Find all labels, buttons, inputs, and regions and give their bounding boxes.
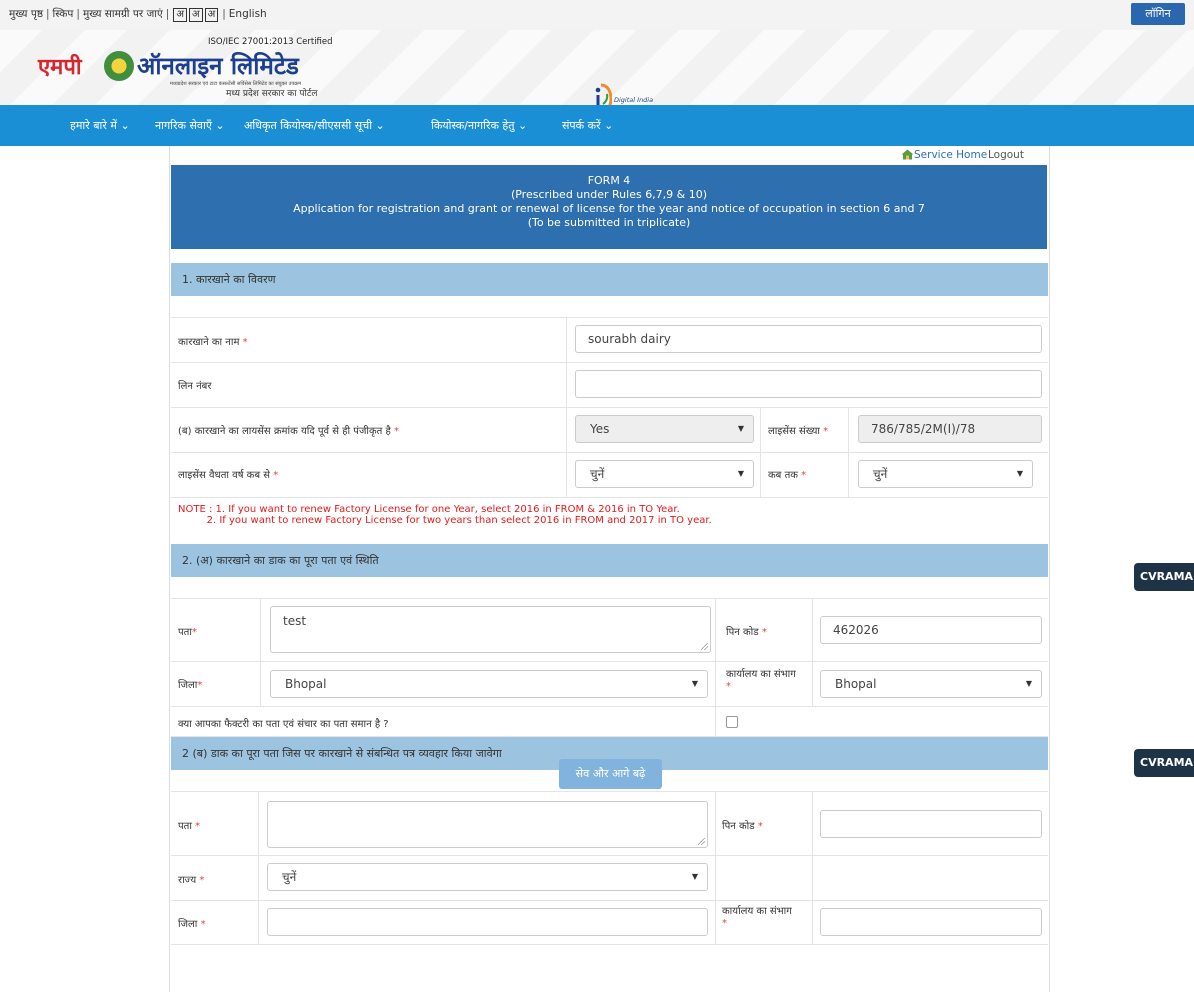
top-bar: मुख्य पृष्ठ | स्किप | मुख्य सामग्री पर जाएं |… [0, 0, 1194, 30]
main-content-link[interactable]: मुख्य सामग्री पर जाएं [83, 8, 163, 20]
factory-name-input[interactable]: sourabh dairy [575, 325, 1042, 353]
save-and-next-button[interactable]: सेव और आगे बढ़े [559, 759, 662, 789]
license-registered-label: (ब) कारखाने का लायसेंस क्रमांक यदि पूर्व… [178, 426, 400, 437]
validity-to-select[interactable]: चुनें ▼ [858, 460, 1033, 488]
correspondence-district-label: जिला * [178, 919, 206, 930]
form-title-banner: FORM 4 (Prescribed under Rules 6,7,9 & 1… [171, 165, 1047, 249]
license-number-input[interactable]: 786/785/2M(I)/78 [858, 415, 1042, 443]
mp-emblem-icon [104, 51, 134, 81]
address-label: पता* [178, 627, 197, 638]
office-division-select[interactable]: Bhopal ▼ [820, 670, 1042, 698]
font-size-normal-button[interactable]: अ [188, 8, 203, 22]
correspondence-office-input[interactable] [820, 908, 1042, 936]
district-label: जिला* [178, 680, 203, 691]
correspondence-address-label: पता * [178, 821, 201, 832]
license-number-label: लाइसेंस संख्या * [768, 426, 829, 437]
correspondence-pincode-label: पिन कोड * [722, 821, 763, 832]
login-button[interactable]: लॉगिन [1131, 3, 1185, 25]
side-tab-cvrama[interactable]: CVRAMA [1134, 749, 1194, 777]
font-size-large-button[interactable]: अ [204, 8, 219, 22]
nav-kiosk-citizen[interactable]: कियोस्क/नागरिक हेतु ⌄ [431, 118, 527, 133]
main-nav: हमारे बारे में ⌄ नागरिक सेवाएँ ⌄ अधिकृत … [0, 105, 1194, 146]
home-link[interactable]: मुख्य पृष्ठ [9, 8, 43, 20]
site-header: ISO/IEC 27001:2013 Certified एमपी ऑनलाइन… [0, 30, 1194, 115]
chevron-down-icon: ▼ [737, 424, 744, 433]
form-triplicate-note: (To be submitted in triplicate) [527, 216, 691, 229]
address-textarea[interactable]: test [270, 606, 711, 653]
section-1-header: 1. कारखाने का विवरण [171, 263, 1048, 296]
chevron-down-icon: ▼ [1016, 469, 1023, 478]
logo-text-online-limited: ऑनलाइन लिमिटेड [137, 52, 299, 80]
form-title: FORM 4 [587, 174, 631, 187]
section-2a-header: 2. (अ) कारखाने का डाक का पूरा पता एवं स्… [171, 544, 1048, 577]
office-division-label: कार्यालय का संभाग * [726, 669, 796, 692]
mponline-logo[interactable]: ISO/IEC 27001:2013 Certified एमपी ऑनलाइन… [38, 37, 358, 101]
license-registered-select[interactable]: Yes ▼ [575, 415, 754, 443]
same-address-label: क्या आपका फैक्टरी का पता एवं संचार का पत… [178, 719, 389, 730]
nav-contact[interactable]: संपर्क करें ⌄ [562, 118, 613, 133]
lin-number-input[interactable] [575, 370, 1042, 398]
pincode-label: पिन कोड * [726, 627, 767, 638]
logo-subtitle: मध्य प्रदेश सरकार का पोर्टल [226, 89, 318, 99]
chevron-down-icon: ▼ [1025, 679, 1032, 688]
validity-from-label: लाइसेंस वैधता वर्ष कब से * [178, 470, 279, 481]
correspondence-address-textarea[interactable] [267, 801, 708, 848]
form-description: Application for registration and grant o… [293, 202, 925, 215]
state-select[interactable]: चुनें ▼ [267, 863, 708, 891]
resize-grip-icon[interactable] [701, 643, 708, 650]
digital-india-logo-text: Digital India [614, 96, 654, 104]
logout-link[interactable]: Logout [988, 149, 1024, 161]
chevron-down-icon: ▼ [691, 872, 698, 881]
skip-link[interactable]: स्किप [53, 8, 74, 20]
validity-from-select[interactable]: चुनें ▼ [575, 460, 754, 488]
pincode-input[interactable]: 462026 [820, 616, 1042, 644]
correspondence-office-label: कार्यालय का संभाग * [722, 906, 792, 929]
english-link[interactable]: English [229, 8, 267, 20]
correspondence-district-input[interactable] [267, 908, 708, 936]
chevron-down-icon: ▼ [691, 679, 698, 688]
iso-certification: ISO/IEC 27001:2013 Certified [208, 37, 333, 47]
home-icon [901, 149, 914, 160]
nav-authorized-kiosk[interactable]: अधिकृत कियोस्क/सीएससी सूची ⌄ [244, 118, 385, 133]
state-label: राज्य * [178, 875, 205, 886]
font-size-small-button[interactable]: अ [173, 8, 187, 22]
logo-text-mp: एमपी [38, 55, 82, 80]
form-rules: (Prescribed under Rules 6,7,9 & 10) [510, 188, 708, 201]
nav-citizen-services[interactable]: नागरिक सेवाएँ ⌄ [155, 118, 225, 133]
same-address-checkbox[interactable] [726, 716, 738, 728]
service-home-link[interactable]: Service Home [914, 149, 987, 161]
top-links: मुख्य पृष्ठ | स्किप | मुख्य सामग्री पर जाएं |… [9, 8, 267, 22]
lin-number-label: लिन नंबर [178, 381, 212, 392]
validity-to-label: कब तक * [768, 470, 807, 481]
form-container: Service Home Logout FORM 4 (Prescribed u… [169, 146, 1050, 992]
nav-about[interactable]: हमारे बारे में ⌄ [70, 118, 130, 133]
correspondence-pincode-input[interactable] [820, 810, 1042, 838]
factory-name-label: कारखाने का नाम * [178, 337, 248, 348]
side-tab-cvrama[interactable]: CVRAMA [1134, 563, 1194, 591]
resize-grip-icon[interactable] [698, 838, 705, 845]
chevron-down-icon: ▼ [737, 469, 744, 478]
district-select[interactable]: Bhopal ▼ [270, 670, 708, 698]
renewal-note: NOTE : 1. If you want to renew Factory L… [178, 504, 712, 526]
